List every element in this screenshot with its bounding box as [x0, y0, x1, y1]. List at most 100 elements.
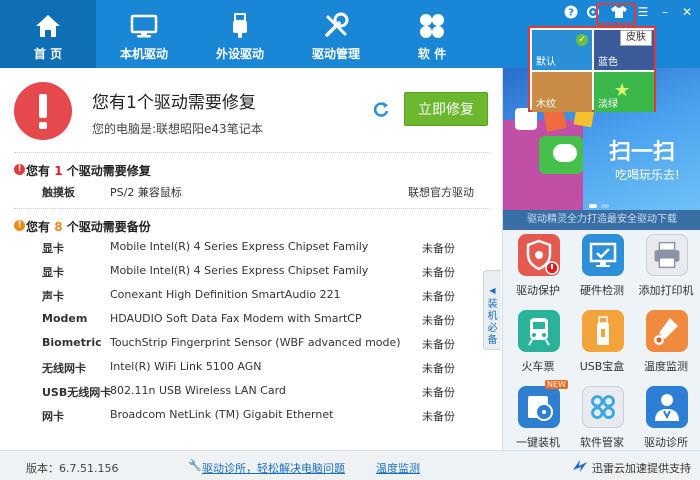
- train-icon: [518, 310, 560, 352]
- skin-tile-wood[interactable]: 木纹: [532, 72, 592, 112]
- minimize-button[interactable]: –: [656, 4, 674, 20]
- table-row[interactable]: 无线网卡 Intel(R) WiFi Link 5100 AGN 未备份: [0, 356, 502, 378]
- help-icon: ?: [564, 5, 578, 19]
- row-status: 未备份: [422, 266, 455, 279]
- alert-title: 您有1个驱动需要修复: [92, 93, 256, 113]
- tool-label: 硬件检测: [580, 284, 624, 297]
- table-row[interactable]: 显卡 Mobile Intel(R) 4 Series Express Chip…: [0, 260, 502, 282]
- wrench-small-icon: 🔧: [188, 459, 202, 472]
- row-device: Conexant High Definition SmartAudio 221: [110, 288, 341, 301]
- tool-driver-protect[interactable]: 驱动保护: [505, 234, 571, 310]
- repair-prefix: 您有: [26, 164, 55, 178]
- printer-icon: [646, 234, 688, 276]
- tab-home[interactable]: 首 页: [0, 0, 96, 68]
- table-row[interactable]: 网卡 Broadcom NetLink (TM) Gigabit Etherne…: [0, 404, 502, 426]
- home-icon: [36, 15, 60, 37]
- usb-icon: [233, 13, 247, 38]
- row-device: PS/2 兼容鼠标: [110, 186, 182, 199]
- repair-section-title: 您有 1 个驱动需要修复: [26, 162, 151, 179]
- driver-clinic-link[interactable]: 驱动诊所，轻松解决电脑问题: [202, 460, 345, 476]
- apps-manager-icon: [582, 386, 624, 428]
- error-dot-icon: !: [14, 164, 25, 175]
- menu-icon: ☰: [637, 5, 649, 19]
- row-device: 802.11n USB Wireless LAN Card: [110, 384, 286, 397]
- chevron-left-icon: ◀: [489, 286, 496, 295]
- close-icon: ✕: [681, 5, 693, 19]
- tab-driver-management[interactable]: 驱动管理: [288, 0, 384, 68]
- row-type: 触摸板: [42, 186, 75, 199]
- wrench-icon: [325, 12, 349, 37]
- fix-now-button[interactable]: 立即修复: [404, 92, 488, 126]
- wechat-bubble: [553, 144, 577, 162]
- row-type: 显卡: [42, 266, 64, 279]
- tab-peripheral-drivers-label: 外设驱动: [215, 47, 264, 61]
- shield-gear-icon: [518, 234, 560, 276]
- tool-label: 添加打印机: [638, 284, 694, 297]
- tab-local-drivers[interactable]: 本机驱动: [96, 0, 192, 68]
- skin-tile-label: 默认: [536, 57, 556, 68]
- disc-install-icon: [518, 386, 560, 428]
- support-text: 迅雷云加速提供支持: [592, 462, 691, 475]
- table-row[interactable]: 声卡 Conexant High Definition SmartAudio 2…: [0, 284, 502, 306]
- new-badge: NEW: [545, 380, 568, 389]
- doctor-icon: [646, 386, 688, 428]
- banner-strip: 驱动精灵全力打造最安全驱动下载: [503, 210, 700, 230]
- row-status: 联想官方驱动: [408, 186, 474, 199]
- menu-button[interactable]: ☰: [634, 4, 652, 20]
- essentials-side-tab[interactable]: ◀ 装机必备: [483, 270, 501, 350]
- table-row[interactable]: 触摸板 PS/2 兼容鼠标 联想官方驱动: [0, 180, 502, 202]
- tool-temperature[interactable]: 温度监测: [633, 310, 699, 386]
- tab-software[interactable]: 软 件: [384, 0, 480, 68]
- backup-count: 8: [54, 220, 63, 234]
- row-device: Mobile Intel(R) 4 Series Express Chipset…: [110, 240, 369, 253]
- skin-label: 皮肤: [620, 30, 652, 46]
- help-button[interactable]: ?: [562, 4, 580, 20]
- version-label: 版本：6.7.51.156: [26, 462, 119, 475]
- refresh-icon[interactable]: [372, 100, 390, 118]
- tab-home-label: 首 页: [33, 47, 63, 61]
- row-status: 未备份: [422, 410, 455, 423]
- tool-label: 温度监测: [644, 360, 688, 373]
- row-type: 声卡: [42, 290, 64, 303]
- usb-stick-icon: [582, 310, 624, 352]
- row-type: 显卡: [42, 242, 64, 255]
- tool-train-tickets[interactable]: 火车票: [505, 310, 571, 386]
- monitor-check-icon: [582, 234, 624, 276]
- tool-label: 火车票: [521, 360, 555, 373]
- skin-button-highlight: [596, 3, 636, 25]
- divider: [14, 152, 490, 153]
- warning-dot-icon: !: [14, 220, 25, 231]
- close-button[interactable]: ✕: [678, 4, 696, 20]
- tab-peripheral-drivers[interactable]: 外设驱动: [192, 0, 288, 68]
- thermometer-icon: [646, 310, 688, 352]
- tool-label: 软件管家: [580, 436, 624, 449]
- table-row[interactable]: USB无线网卡 802.11n USB Wireless LAN Card 未备…: [0, 380, 502, 402]
- alert-icon: [14, 82, 72, 140]
- row-device: Mobile Intel(R) 4 Series Express Chipset…: [110, 264, 369, 277]
- backup-prefix: 您有: [26, 220, 55, 234]
- svg-text:?: ?: [568, 8, 574, 19]
- divider: [14, 208, 490, 209]
- backup-section-title: 您有 8 个驱动需要备份: [26, 218, 151, 235]
- tool-add-printer[interactable]: 添加打印机: [633, 234, 699, 310]
- temperature-link[interactable]: 温度监测: [376, 460, 420, 476]
- tool-hardware-check[interactable]: 硬件检测: [569, 234, 635, 310]
- row-device: TouchStrip Fingerprint Sensor (WBF advan…: [110, 336, 401, 349]
- tool-label: USB宝盒: [579, 360, 625, 373]
- row-status: 未备份: [422, 290, 455, 303]
- pager-dot[interactable]: [601, 204, 609, 208]
- table-row[interactable]: Biometric TouchStrip Fingerprint Sensor …: [0, 332, 502, 354]
- skin-tile-green[interactable]: 淡绿 ★: [594, 72, 654, 112]
- table-row[interactable]: Modem HDAUDIO Soft Data Fax Modem with S…: [0, 308, 502, 330]
- skin-tile-default[interactable]: 默认 ✓: [532, 30, 592, 70]
- row-status: 未备份: [422, 338, 455, 351]
- tool-usb-box[interactable]: USB宝盒: [569, 310, 635, 386]
- main-panel: 您有1个驱动需要修复 您的电脑是:联想昭阳e43笔记本 立即修复 ! 您有 1 …: [0, 68, 502, 450]
- table-row[interactable]: 显卡 Mobile Intel(R) 4 Series Express Chip…: [0, 236, 502, 258]
- tool-label: 驱动诊所: [644, 436, 688, 449]
- banner-tagline: 吃喝玩乐去!: [615, 168, 680, 182]
- star-icon: ★: [614, 80, 631, 101]
- pager-dot[interactable]: [589, 204, 597, 208]
- row-device: HDAUDIO Soft Data Fax Modem with SmartCP: [110, 312, 362, 325]
- computer-model: 您的电脑是:联想昭阳e43笔记本: [92, 122, 263, 136]
